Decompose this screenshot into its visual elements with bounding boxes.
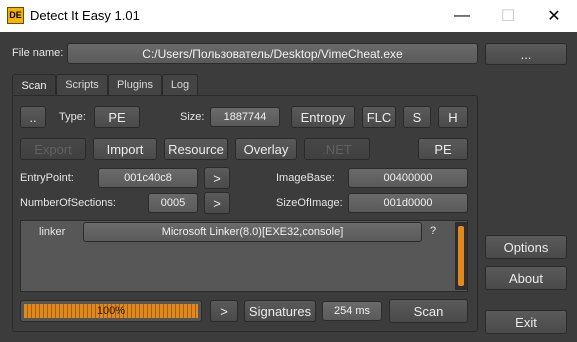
- strings-button[interactable]: S: [403, 106, 431, 128]
- close-button[interactable]: ✕: [531, 0, 577, 32]
- sizeofimage-label: SizeOfImage:: [276, 197, 343, 209]
- progress-text: 100%: [96, 305, 126, 317]
- size-label: Size:: [180, 111, 205, 123]
- scan-progress-bar: 100%: [20, 300, 202, 322]
- maximize-button[interactable]: ☐: [485, 0, 531, 32]
- overlay-button[interactable]: Overlay: [235, 138, 297, 160]
- result-info-icon[interactable]: ?: [430, 225, 436, 237]
- tab-scripts[interactable]: Scripts: [56, 74, 108, 95]
- entropy-button[interactable]: Entropy: [291, 106, 355, 128]
- sections-label: NumberOfSections:: [20, 197, 116, 209]
- entrypoint-label: EntryPoint:: [20, 172, 74, 184]
- dotnet-button[interactable]: .NET: [304, 138, 370, 160]
- type-label: Type:: [59, 111, 86, 123]
- resource-button[interactable]: Resource: [164, 138, 228, 160]
- size-value: 1887744: [210, 107, 280, 127]
- entrypoint-arrow-button[interactable]: >: [204, 167, 230, 189]
- flc-button[interactable]: FLC: [362, 106, 396, 128]
- title-bar: DE Detect It Easy 1.01 — ☐ ✕: [0, 0, 577, 32]
- type-button[interactable]: PE: [94, 106, 140, 128]
- signatures-button[interactable]: Signatures: [244, 300, 316, 322]
- sizeofimage-value: 001d0000: [348, 193, 468, 213]
- progress-arrow-button[interactable]: >: [210, 300, 238, 322]
- minimize-button[interactable]: —: [439, 0, 485, 32]
- sections-arrow-button[interactable]: >: [204, 192, 230, 214]
- sections-value: 0005: [148, 193, 198, 213]
- about-button[interactable]: About: [485, 266, 567, 290]
- options-button[interactable]: Options: [485, 235, 567, 259]
- app-logo-icon: DE: [7, 7, 24, 24]
- exit-button[interactable]: Exit: [485, 310, 567, 334]
- entrypoint-value: 001c40c8: [98, 168, 198, 188]
- scan-panel: [12, 95, 478, 332]
- scroll-thumb[interactable]: [458, 226, 464, 286]
- tab-log[interactable]: Log: [162, 74, 198, 95]
- tab-plugins[interactable]: Plugins: [108, 74, 162, 95]
- hex-button[interactable]: H: [438, 106, 468, 128]
- results-scrollbar[interactable]: [455, 222, 467, 290]
- window-title: Detect It Easy 1.01: [30, 8, 140, 23]
- scan-time-value: 254 ms: [322, 301, 382, 321]
- file-path-field[interactable]: C:/Users/Пользователь/Desktop/VimeCheat.…: [67, 43, 478, 64]
- scan-button[interactable]: Scan: [389, 299, 468, 323]
- imagebase-value: 00400000: [348, 168, 468, 188]
- browse-button[interactable]: ...: [485, 43, 567, 65]
- result-value[interactable]: Microsoft Linker(8.0)[EXE32,console]: [83, 222, 422, 242]
- import-button[interactable]: Import: [93, 138, 157, 160]
- open-dir-button[interactable]: ..: [20, 106, 46, 128]
- pe-button[interactable]: PE: [418, 138, 468, 160]
- file-name-label: File name:: [12, 47, 64, 59]
- export-button[interactable]: Export: [20, 138, 86, 160]
- tab-scan[interactable]: Scan: [12, 74, 56, 96]
- result-type: linker: [39, 226, 66, 238]
- imagebase-label: ImageBase:: [276, 172, 335, 184]
